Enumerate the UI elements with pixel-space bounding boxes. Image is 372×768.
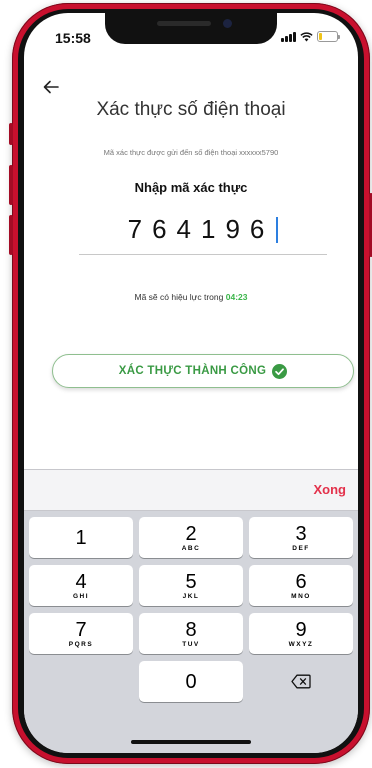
key-digit: 4 <box>75 570 87 593</box>
code-label: Nhập mã xác thực <box>134 180 248 195</box>
silent-switch <box>9 123 13 145</box>
verify-success-label: XÁC THỰC THÀNH CÔNG <box>118 365 267 377</box>
key-letters: ABC <box>181 544 201 552</box>
key-6[interactable]: 6 MNO <box>249 565 353 606</box>
key-digit: 5 <box>185 570 197 593</box>
key-digit: 0 <box>185 670 197 693</box>
done-button[interactable]: Xong <box>314 482 347 497</box>
speaker <box>157 21 211 26</box>
countdown-text: Mã sẽ có hiệu lực trong 04:23 <box>24 292 358 302</box>
key-1[interactable]: 1 <box>29 517 133 558</box>
key-letters: JKL <box>182 592 200 600</box>
battery-level <box>319 33 322 40</box>
text-caret <box>276 216 279 243</box>
key-0[interactable]: 0 <box>139 661 243 702</box>
key-8[interactable]: 8 TUV <box>139 613 243 654</box>
key-digit: 8 <box>185 618 197 641</box>
key-digit: 3 <box>295 522 307 545</box>
key-digit: 6 <box>295 570 307 593</box>
status-icons <box>281 31 340 42</box>
volume-down-button <box>9 215 13 255</box>
notch <box>105 13 277 44</box>
verification-code-input[interactable]: 764196 <box>79 205 327 255</box>
keyboard-toolbar: Xong <box>24 469 358 511</box>
code-value: 764196 <box>127 214 275 244</box>
keypad: 1 2 ABC 3 DEF 4 GHI 5 JKL 6 MNO 7 PQRS 8… <box>29 517 353 702</box>
backspace-icon <box>291 674 311 689</box>
signal-icon <box>281 31 296 42</box>
key-letters: MNO <box>291 592 311 600</box>
key-9[interactable]: 9 WXYZ <box>249 613 353 654</box>
wifi-icon <box>300 31 313 41</box>
back-arrow-icon[interactable] <box>40 76 62 98</box>
delete-key[interactable] <box>249 661 353 702</box>
numeric-keyboard: Xong 1 2 ABC 3 DEF 4 GHI 5 JKL 6 MNO 7 P… <box>24 469 358 753</box>
verify-success-button[interactable]: XÁC THỰC THÀNH CÔNG <box>52 354 354 388</box>
home-indicator <box>131 740 251 744</box>
key-7[interactable]: 7 PQRS <box>29 613 133 654</box>
phone-screen: 15:58 Xác thực số điện thoại Mã xác thực… <box>24 13 358 753</box>
countdown-timer: 04:23 <box>225 292 248 302</box>
page-title: Xác thực số điện thoại <box>96 99 286 120</box>
key-2[interactable]: 2 ABC <box>139 517 243 558</box>
battery-icon <box>317 31 340 42</box>
key-5[interactable]: 5 JKL <box>139 565 243 606</box>
key-letters: WXYZ <box>288 640 314 648</box>
key-letters: TUV <box>182 640 200 648</box>
key-digit: 7 <box>75 618 87 641</box>
phone-frame: 15:58 Xác thực số điện thoại Mã xác thực… <box>9 3 372 764</box>
key-empty <box>29 661 133 702</box>
key-4[interactable]: 4 GHI <box>29 565 133 606</box>
key-digit: 1 <box>75 526 87 549</box>
key-letters: GHI <box>72 592 90 600</box>
key-digit: 2 <box>185 522 197 545</box>
volume-up-button <box>9 165 13 205</box>
check-circle-icon <box>272 363 288 379</box>
key-3[interactable]: 3 DEF <box>249 517 353 558</box>
countdown-prefix: Mã sẽ có hiệu lực trong <box>134 292 224 302</box>
key-letters: DEF <box>292 544 310 552</box>
key-digit: 9 <box>295 618 307 641</box>
page-subtitle: Mã xác thực được gửi đến số điện thoại x… <box>103 148 279 157</box>
key-letters: PQRS <box>68 640 94 648</box>
front-camera <box>223 19 232 28</box>
status-time: 15:58 <box>55 30 91 46</box>
